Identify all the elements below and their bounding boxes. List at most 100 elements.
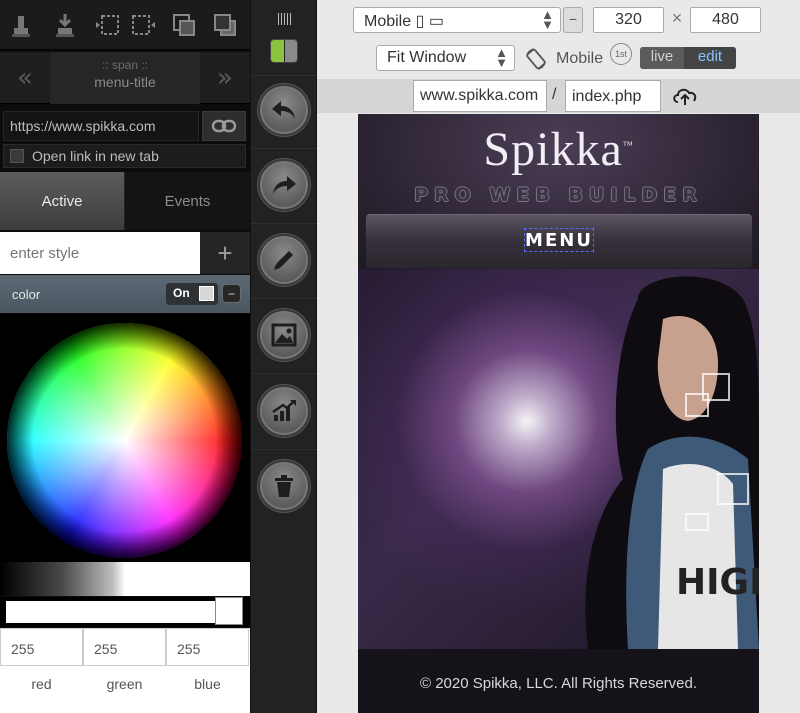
- toggle-off-half: [285, 40, 297, 62]
- toggle-on-half: [271, 40, 284, 62]
- link-settings: https://www.spikka.com Open link in new …: [0, 108, 250, 170]
- undo-icon: [272, 101, 295, 119]
- hero-person-image: HIGH: [585, 276, 759, 649]
- stamp-download-icon[interactable]: [48, 8, 82, 42]
- rotate-icon[interactable]: [524, 47, 548, 71]
- blue-value-input[interactable]: 255: [166, 628, 249, 666]
- divider: [251, 373, 318, 374]
- redo-button[interactable]: [258, 159, 310, 211]
- growth-chart-icon: [272, 400, 296, 421]
- state-tabs: Active Events: [0, 172, 250, 230]
- trademark: ™: [622, 140, 634, 151]
- element-tag: :: span ::: [101, 58, 149, 72]
- live-edit-toggle[interactable]: live edit: [640, 47, 736, 69]
- device-select[interactable]: Mobile ▯ ▭ ▲ ▼: [353, 7, 561, 33]
- current-element: :: span :: menu-title: [50, 52, 200, 104]
- style-row-color[interactable]: color On −: [0, 275, 250, 313]
- opacity-handle[interactable]: [216, 598, 242, 624]
- site-footer: © 2020 Spikka, LLC. All Rights Reserved.: [358, 649, 759, 713]
- device-minus-button[interactable]: −: [563, 7, 583, 33]
- times-sign: ×: [671, 8, 683, 28]
- chain-link-icon: [211, 119, 237, 133]
- select-arrows-icon: ▲ ▼: [495, 45, 508, 70]
- menu-title[interactable]: MENU: [524, 228, 594, 252]
- mode-label: Mobile: [556, 50, 604, 67]
- trash-icon: [275, 475, 293, 497]
- open-new-tab-checkbox[interactable]: Open link in new tab: [3, 144, 246, 168]
- tab-active[interactable]: Active: [0, 172, 125, 230]
- top-toolbar: [0, 0, 250, 50]
- select-prev-icon[interactable]: [92, 8, 126, 42]
- open-new-tab-label: Open link in new tab: [32, 148, 159, 164]
- drag-handle[interactable]: [278, 13, 292, 25]
- select-next-icon[interactable]: [125, 8, 159, 42]
- logo-text: Spikka: [483, 123, 623, 176]
- checkbox-box[interactable]: [10, 149, 24, 163]
- domain-field[interactable]: www.spikka.com: [413, 80, 547, 112]
- zoom-select-value: Fit Window: [387, 49, 467, 66]
- delete-button[interactable]: [258, 460, 310, 512]
- edit-button[interactable]: [258, 234, 310, 286]
- divider: [251, 148, 318, 149]
- stats-button[interactable]: [258, 385, 310, 437]
- rgb-values: 255 255 255 red green blue: [0, 628, 250, 713]
- pencil-icon: [274, 251, 293, 270]
- hero-image: HIGH: [358, 269, 759, 649]
- bring-front-icon[interactable]: [167, 8, 201, 42]
- link-button[interactable]: [202, 111, 246, 141]
- stamp-icon[interactable]: [4, 8, 38, 42]
- zoom-select[interactable]: Fit Window ▲ ▼: [376, 45, 515, 71]
- remove-style-button[interactable]: −: [222, 284, 241, 303]
- on-toggle[interactable]: On: [166, 283, 218, 305]
- opacity-track[interactable]: [6, 601, 242, 623]
- red-value-input[interactable]: 255: [0, 628, 83, 666]
- device-select-value: Mobile ▯ ▭: [364, 13, 444, 30]
- divider: [251, 223, 318, 224]
- next-element-button[interactable]: »: [200, 52, 250, 104]
- site-logo[interactable]: Spikka™: [358, 122, 759, 177]
- prev-element-button[interactable]: «: [0, 52, 50, 104]
- path-separator: /: [552, 86, 557, 103]
- mobile-preview[interactable]: Spikka™ PRO WEB BUILDER MENU HIG © 2020 …: [358, 114, 759, 713]
- divider: [251, 298, 318, 299]
- color-swatch[interactable]: [199, 286, 214, 301]
- red-label: red: [31, 676, 52, 692]
- height-input[interactable]: 480: [690, 7, 761, 33]
- brightness-slider[interactable]: [0, 562, 250, 596]
- green-label: green: [106, 676, 143, 692]
- site-menu-bar[interactable]: MENU: [366, 214, 752, 268]
- image-button[interactable]: [258, 309, 310, 361]
- mobile-first-badge[interactable]: 1st: [610, 43, 632, 65]
- green-value-input[interactable]: 255: [83, 628, 166, 666]
- undo-button[interactable]: [258, 84, 310, 136]
- tool-sidebar: [250, 0, 318, 713]
- divider: [251, 449, 318, 450]
- properties-panel: « :: span :: menu-title » https://www.sp…: [0, 0, 250, 713]
- style-input[interactable]: [0, 232, 200, 274]
- site-tagline: PRO WEB BUILDER: [414, 184, 703, 206]
- opacity-slider[interactable]: [0, 597, 250, 627]
- panel-toggle[interactable]: [270, 39, 298, 63]
- color-picker: [0, 314, 250, 562]
- image-icon: [271, 323, 297, 347]
- link-url-input[interactable]: https://www.spikka.com: [3, 111, 199, 141]
- add-style-button[interactable]: +: [200, 232, 250, 274]
- element-navigator: « :: span :: menu-title »: [0, 52, 250, 104]
- file-field[interactable]: index.php: [565, 80, 661, 112]
- tab-events[interactable]: Events: [125, 172, 250, 230]
- svg-text:HIGH: HIGH: [676, 562, 759, 603]
- width-input[interactable]: 320: [593, 7, 664, 33]
- select-arrows-icon: ▲ ▼: [541, 7, 554, 32]
- redo-icon: [273, 176, 296, 194]
- page-address-bar: www.spikka.com / index.php: [317, 79, 800, 113]
- color-wheel-shade: [7, 323, 242, 558]
- divider: [251, 75, 318, 76]
- send-back-icon[interactable]: [208, 8, 242, 42]
- style-property-label: color: [12, 287, 41, 302]
- style-adder: +: [0, 232, 250, 274]
- cloud-upload-icon[interactable]: [671, 85, 699, 107]
- element-class: menu-title: [94, 74, 156, 90]
- edit-mode-button[interactable]: edit: [684, 47, 736, 69]
- live-button[interactable]: live: [640, 47, 684, 69]
- on-label: On: [173, 286, 190, 300]
